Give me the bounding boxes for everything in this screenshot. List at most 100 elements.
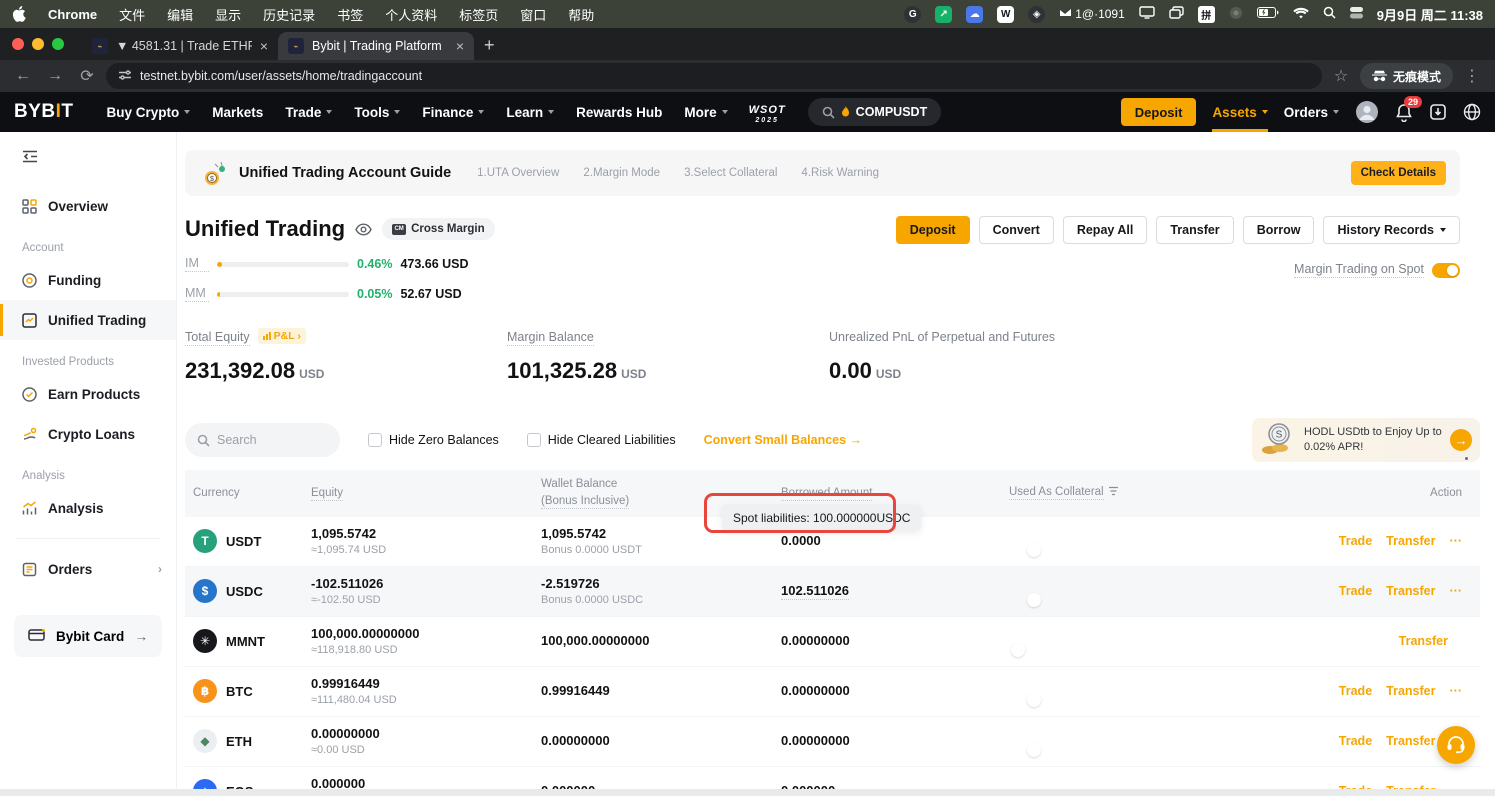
transfer-link[interactable]: Transfer (1386, 534, 1435, 548)
repay-all-button[interactable]: Repay All (1063, 216, 1148, 244)
menubar-item-edit[interactable]: 编辑 (167, 5, 193, 24)
nav-tools[interactable]: Tools (354, 105, 400, 120)
back-icon[interactable]: ← (10, 67, 36, 85)
trade-link[interactable]: Trade (1339, 534, 1372, 548)
convert-button[interactable]: Convert (979, 216, 1054, 244)
transfer-link[interactable]: Transfer (1386, 584, 1435, 598)
tab1-close-icon[interactable]: × (260, 38, 268, 54)
menubar-item-file[interactable]: 文件 (119, 5, 145, 24)
status-counter[interactable]: 1@·1091 (1059, 7, 1125, 21)
history-records-button[interactable]: History Records (1323, 216, 1460, 244)
bybit-logo[interactable]: BYBIT (14, 101, 74, 123)
collateral-filter-icon[interactable] (1108, 485, 1119, 502)
browser-tab-1[interactable]: ⌁ ▼ 4581.31 | Trade ETHPERP | × (82, 32, 278, 60)
nav-assets[interactable]: Assets (1212, 92, 1267, 132)
transfer-button[interactable]: Transfer (1156, 216, 1233, 244)
margin-spot-toggle[interactable] (1432, 263, 1460, 278)
language-globe-icon[interactable] (1463, 103, 1481, 121)
check-details-button[interactable]: Check Details (1351, 161, 1446, 185)
minimize-window-button[interactable] (32, 38, 44, 50)
close-window-button[interactable] (12, 38, 24, 50)
checkbox-icon[interactable] (527, 433, 541, 447)
trade-link[interactable]: Trade (1339, 584, 1372, 598)
nav-rewards-hub[interactable]: Rewards Hub (576, 105, 662, 120)
usdtb-promo-banner[interactable]: S HODL USDtb to Enjoy Up to 0.02% APR! → (1252, 418, 1480, 462)
transfer-link[interactable]: Transfer (1386, 734, 1435, 748)
sidebar-item-orders[interactable]: Orders › (0, 549, 176, 589)
tab2-close-icon[interactable]: × (456, 38, 464, 54)
menubar-item-profiles[interactable]: 个人资料 (385, 5, 437, 24)
sidebar-item-crypto-loans[interactable]: Crypto Loans (0, 414, 176, 454)
eye-toggle-icon[interactable] (355, 223, 372, 236)
status-app-icon-1[interactable]: G (904, 6, 921, 23)
menubar-item-help[interactable]: 帮助 (568, 5, 594, 24)
nav-finance[interactable]: Finance (422, 105, 484, 120)
status-app-icon-4[interactable]: W (997, 6, 1014, 23)
sidebar-item-overview[interactable]: Overview (0, 186, 176, 226)
checkbox-icon[interactable] (368, 433, 382, 447)
deposit-button[interactable]: Deposit (896, 216, 970, 244)
transfer-link[interactable]: Transfer (1399, 634, 1448, 648)
hide-zero-checkbox[interactable]: Hide Zero Balances (368, 433, 499, 447)
promo-arrow-button[interactable]: → (1450, 429, 1472, 451)
more-actions-icon[interactable]: ··· (1450, 584, 1463, 598)
nav-buy-crypto[interactable]: Buy Crypto (107, 105, 191, 120)
menubar-item-bookmarks[interactable]: 书签 (337, 5, 363, 24)
status-app-icon-5[interactable]: ◈ (1028, 6, 1045, 23)
guide-step-3[interactable]: 3.Select Collateral (684, 167, 777, 179)
menubar-item-history[interactable]: 历史记录 (263, 5, 315, 24)
control-center-icon[interactable] (1350, 6, 1363, 22)
nav-deposit-button[interactable]: Deposit (1121, 98, 1197, 126)
download-app-icon[interactable] (1429, 103, 1447, 121)
nav-orders[interactable]: Orders (1284, 105, 1339, 120)
address-bar[interactable]: testnet.bybit.com/user/assets/home/tradi… (106, 63, 1322, 89)
borrow-button[interactable]: Borrow (1243, 216, 1315, 244)
display-icon[interactable] (1139, 6, 1155, 22)
asset-search[interactable] (185, 423, 340, 457)
trade-link[interactable]: Trade (1339, 684, 1372, 698)
spotlight-search-icon[interactable] (1323, 6, 1336, 22)
mission-control-icon[interactable] (1169, 6, 1184, 22)
convert-small-balances-link[interactable]: Convert Small Balances → (704, 433, 862, 447)
menubar-item-tabs[interactable]: 标签页 (459, 5, 498, 24)
status-app-icon-3[interactable]: ☁ (966, 6, 983, 23)
window-controls[interactable] (12, 28, 64, 60)
search-input[interactable] (217, 433, 317, 447)
guide-step-4[interactable]: 4.Risk Warning (801, 167, 879, 179)
more-actions-icon[interactable]: ··· (1450, 684, 1463, 698)
menubar-item-view[interactable]: 显示 (215, 5, 241, 24)
more-actions-icon[interactable]: ··· (1450, 534, 1463, 548)
sidebar-item-unified-trading[interactable]: Unified Trading (0, 300, 176, 340)
input-method-icon[interactable]: 拼 (1198, 6, 1215, 23)
browser-tab-2[interactable]: ⌁ Bybit | Trading Platform × (278, 32, 474, 60)
menubar-app-chrome[interactable]: Chrome (48, 7, 97, 22)
browser-menu-kebab-icon[interactable]: ⋮ (1459, 66, 1485, 86)
transfer-link[interactable]: Transfer (1386, 684, 1435, 698)
pnl-badge[interactable]: P&L › (258, 328, 306, 344)
guide-step-2[interactable]: 2.Margin Mode (583, 167, 660, 179)
notifications-bell-icon[interactable]: 29 (1395, 103, 1413, 122)
support-chat-button[interactable] (1437, 726, 1475, 764)
nav-more[interactable]: More (684, 105, 727, 120)
nav-search[interactable]: COMPUSDT (808, 98, 942, 126)
menubar-clock[interactable]: 9月9日 周二 11:38 (1377, 5, 1483, 24)
sidebar-bybit-card[interactable]: Bybit Card → (14, 615, 162, 657)
forward-icon[interactable]: → (42, 67, 68, 85)
avatar[interactable] (1355, 100, 1379, 124)
apple-menu-icon[interactable] (12, 6, 26, 22)
trade-link[interactable]: Trade (1339, 734, 1372, 748)
battery-icon[interactable] (1257, 7, 1279, 21)
guide-step-1[interactable]: 1.UTA Overview (477, 167, 559, 179)
hide-cleared-checkbox[interactable]: Hide Cleared Liabilities (527, 433, 676, 447)
sidebar-item-earn-products[interactable]: Earn Products (0, 374, 176, 414)
sidebar-collapse-icon[interactable] (22, 150, 176, 168)
zoom-window-button[interactable] (52, 38, 64, 50)
nav-learn[interactable]: Learn (506, 105, 554, 120)
borrowed-value[interactable]: 102.511026 (781, 583, 849, 600)
reload-icon[interactable]: ⟳ (74, 66, 100, 86)
menubar-item-window[interactable]: 窗口 (520, 5, 546, 24)
wifi-icon[interactable] (1293, 7, 1309, 22)
bookmark-star-icon[interactable]: ☆ (1328, 66, 1354, 86)
new-tab-button[interactable]: + (484, 35, 495, 56)
wsot-2025-logo[interactable]: WSOT2025 (749, 101, 786, 124)
